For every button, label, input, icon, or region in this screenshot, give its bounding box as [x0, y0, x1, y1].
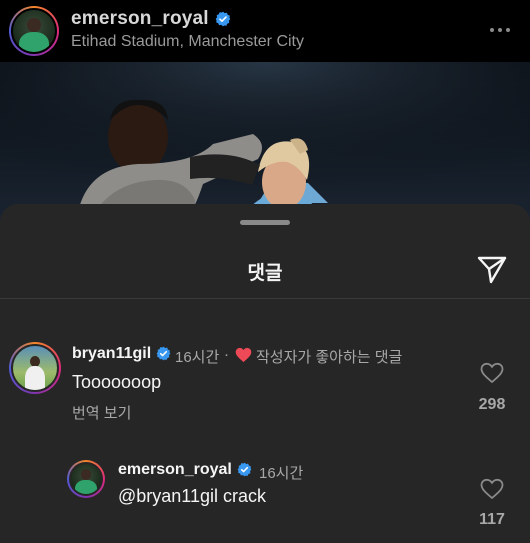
post-header: emerson_royal Etihad Stadium, Manchester… [0, 0, 530, 62]
like-count: 117 [479, 511, 505, 528]
drag-handle[interactable] [240, 220, 290, 225]
post-photo-image [0, 62, 530, 222]
sheet-divider [0, 298, 530, 299]
comment-username[interactable]: bryan11gil [72, 345, 171, 363]
reply-username[interactable]: emerson_royal [118, 461, 252, 479]
sheet-title: 댓글 [247, 263, 283, 284]
separator-dot: · [224, 346, 229, 363]
reply-avatar[interactable] [67, 460, 105, 498]
comment-avatar[interactable] [9, 342, 61, 394]
heart-outline-icon[interactable] [480, 478, 504, 500]
see-translation-link[interactable]: 번역 보기 [72, 402, 131, 423]
post-author-avatar[interactable] [9, 6, 59, 56]
post-username[interactable]: emerson_royal [71, 8, 231, 30]
heart-outline-icon[interactable] [480, 362, 504, 384]
send-icon[interactable] [476, 253, 508, 285]
comment-time: 16시간 [175, 349, 220, 366]
heart-filled-icon [235, 347, 252, 363]
like-count: 298 [478, 396, 506, 413]
comments-sheet: 댓글 bryan11gil 16시간 · 작성자가 좋아하는 댓글 Tooooo… [0, 204, 530, 543]
reply-time: 16시간 [259, 465, 304, 482]
verified-badge-icon [215, 11, 231, 27]
reply-text: @bryan11gil crack [118, 486, 266, 506]
more-horizontal-icon[interactable] [488, 18, 512, 42]
liked-by-author-label: 작성자가 좋아하는 댓글 [256, 349, 403, 366]
post-photo[interactable] [0, 62, 530, 222]
verified-badge-icon [237, 462, 252, 477]
verified-badge-icon [156, 346, 171, 361]
post-location[interactable]: Etihad Stadium, Manchester City [71, 33, 304, 51]
comment-text: Tooooooop [72, 372, 162, 392]
